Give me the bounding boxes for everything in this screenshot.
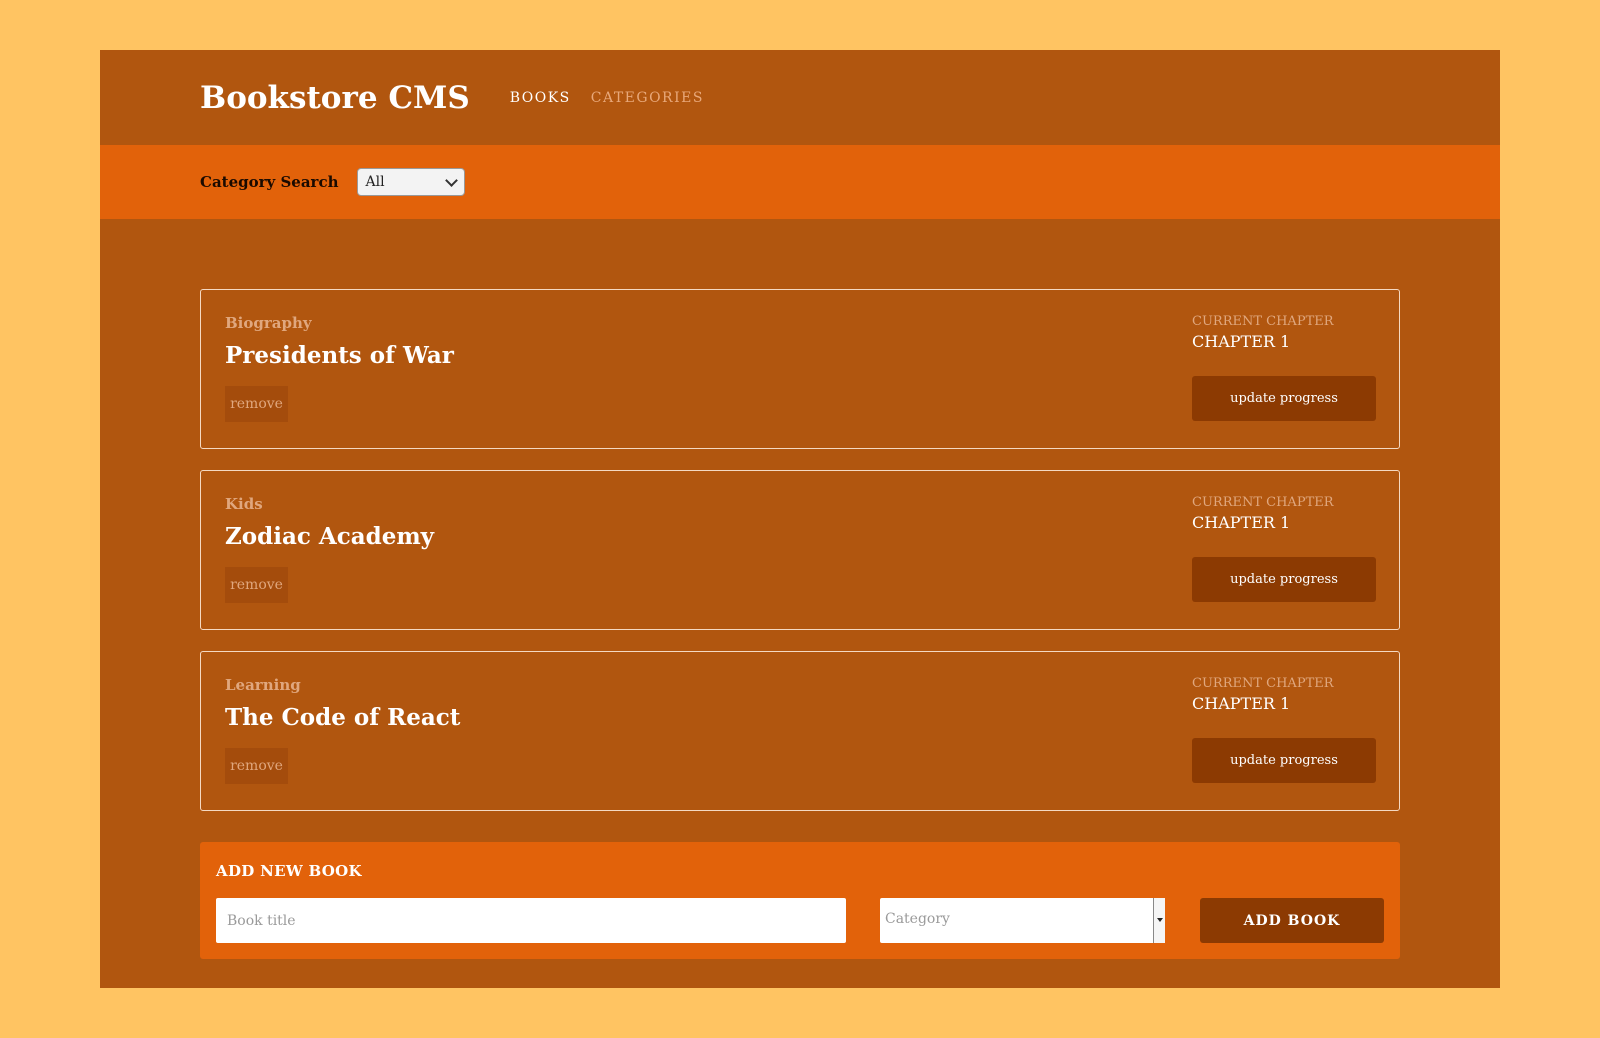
book-category: Kids	[225, 495, 263, 513]
category-search-value: All	[365, 174, 385, 190]
book-card: Biography Presidents of War remove CURRE…	[200, 289, 1400, 449]
remove-button[interactable]: remove	[225, 386, 288, 422]
update-progress-button[interactable]: update progress	[1192, 738, 1376, 783]
add-book-heading: ADD NEW BOOK	[216, 862, 362, 880]
book-card: Kids Zodiac Academy remove CURRENT CHAPT…	[200, 470, 1400, 630]
brand-title: Bookstore CMS	[200, 79, 470, 116]
category-search-label: Category Search	[200, 173, 339, 191]
update-progress-button[interactable]: update progress	[1192, 376, 1376, 421]
category-select-placeholder: Category	[885, 911, 950, 927]
nav-links: BOOKS CATEGORIES	[510, 90, 724, 106]
category-filter-bar: Category Search All	[100, 145, 1500, 219]
current-chapter-caption: CURRENT CHAPTER	[1192, 495, 1334, 510]
add-book-button[interactable]: ADD BOOK	[1200, 898, 1384, 943]
category-select[interactable]: Category	[880, 898, 1165, 943]
book-title: The Code of React	[225, 704, 461, 731]
book-title: Zodiac Academy	[225, 523, 435, 550]
book-card: Learning The Code of React remove CURREN…	[200, 651, 1400, 811]
current-chapter-caption: CURRENT CHAPTER	[1192, 314, 1334, 329]
nav-link-categories[interactable]: CATEGORIES	[591, 90, 704, 106]
dropdown-arrow-icon	[1153, 898, 1165, 943]
book-title: Presidents of War	[225, 342, 454, 369]
current-chapter-value: CHAPTER 1	[1192, 694, 1291, 713]
current-chapter-caption: CURRENT CHAPTER	[1192, 676, 1334, 691]
current-chapter-value: CHAPTER 1	[1192, 332, 1291, 351]
book-category: Biography	[225, 314, 312, 332]
update-progress-button[interactable]: update progress	[1192, 557, 1376, 602]
nav-link-books[interactable]: BOOKS	[510, 90, 571, 106]
category-search-select[interactable]: All	[356, 168, 465, 196]
chevron-down-icon	[444, 173, 458, 187]
app-container: Bookstore CMS BOOKS CATEGORIES Category …	[100, 50, 1500, 988]
remove-button[interactable]: remove	[225, 567, 288, 603]
add-book-form: ADD NEW BOOK Category ADD BOOK	[200, 842, 1400, 959]
current-chapter-value: CHAPTER 1	[1192, 513, 1291, 532]
book-category: Learning	[225, 676, 301, 694]
navbar: Bookstore CMS BOOKS CATEGORIES	[100, 50, 1500, 145]
remove-button[interactable]: remove	[225, 748, 288, 784]
book-list: Biography Presidents of War remove CURRE…	[100, 219, 1500, 811]
book-title-input[interactable]	[216, 898, 846, 943]
